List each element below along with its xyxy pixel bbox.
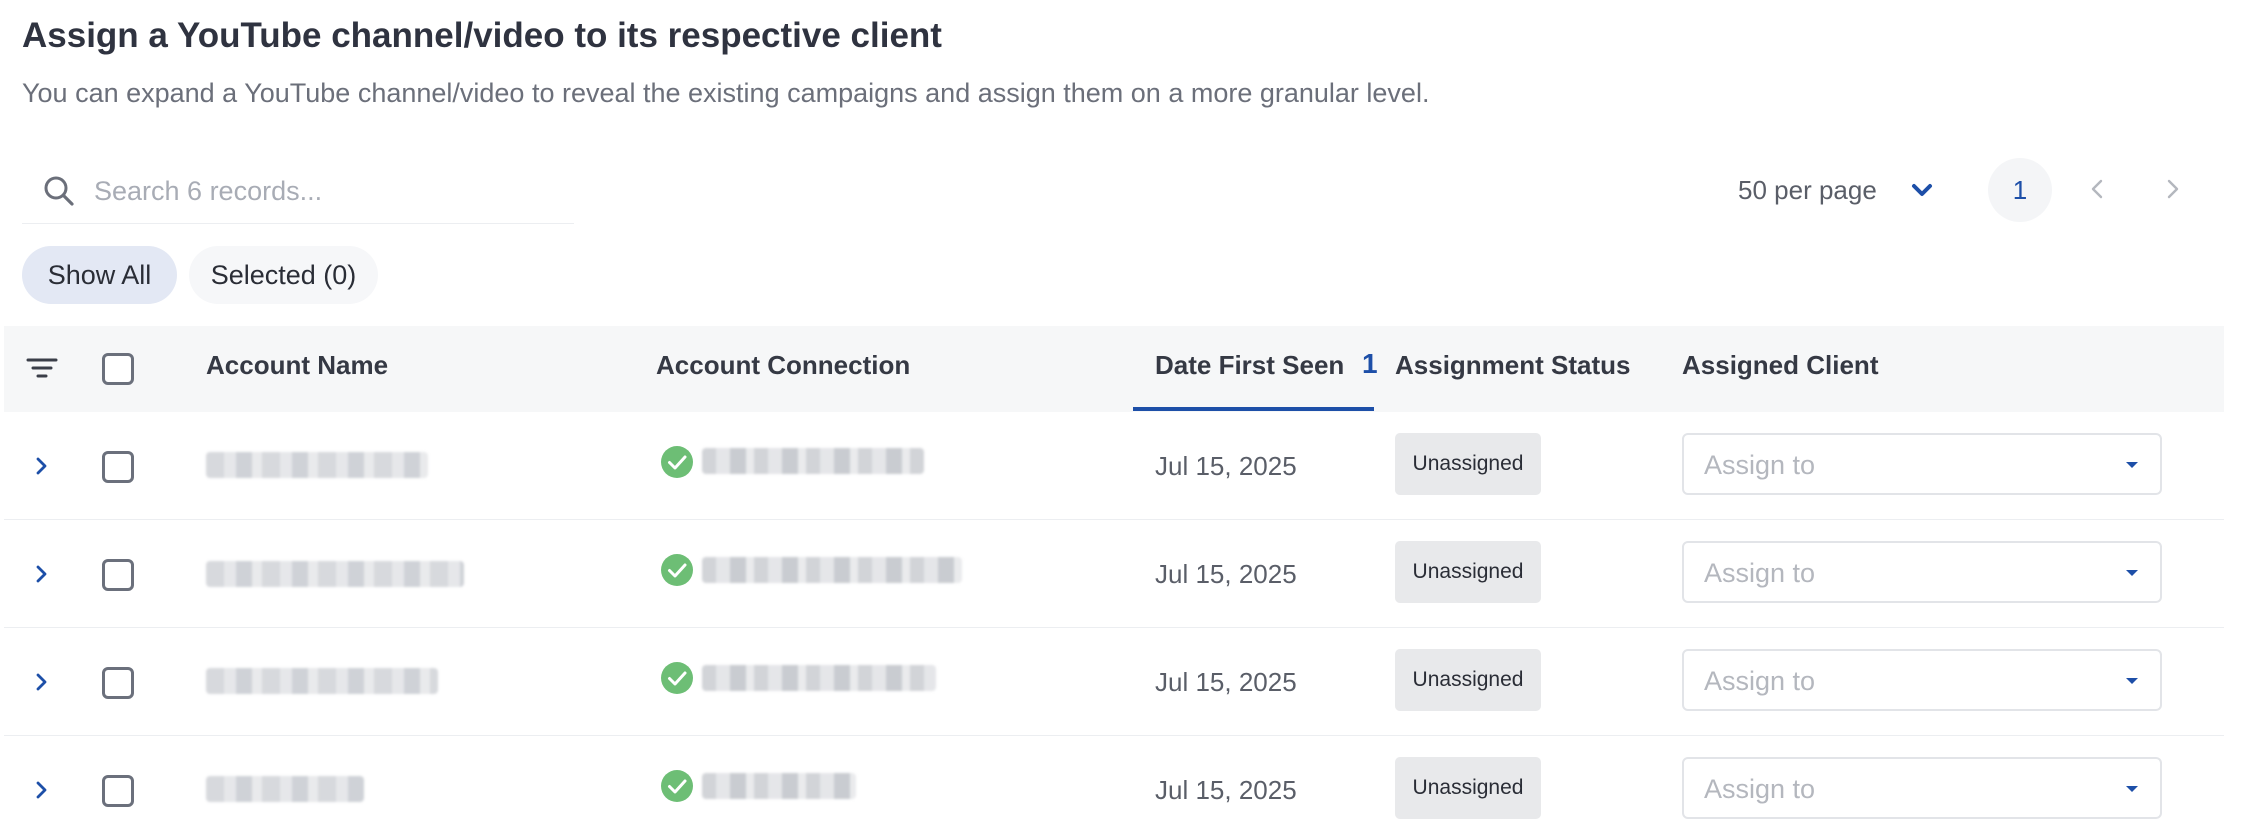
account-connection-redacted <box>702 557 962 583</box>
show-all-button[interactable]: Show All <box>22 246 177 304</box>
page-title: Assign a YouTube channel/video to its re… <box>22 16 942 55</box>
date-first-seen: Jul 15, 2025 <box>1155 451 1297 481</box>
assign-client-dropdown[interactable]: Assign to <box>1682 757 2162 819</box>
search-input[interactable] <box>94 176 554 207</box>
status-badge: Unassigned <box>1395 649 1541 711</box>
search-bar <box>22 160 574 224</box>
assign-client-dropdown[interactable]: Assign to <box>1682 541 2162 603</box>
expand-chevron-icon[interactable] <box>24 664 60 700</box>
per-page-label: 50 per page <box>1738 174 1877 205</box>
column-header-account-connection[interactable]: Account Connection <box>656 350 910 381</box>
column-header-assigned-client[interactable]: Assigned Client <box>1682 350 1878 381</box>
chevron-left-icon[interactable] <box>2082 172 2112 206</box>
row-checkbox[interactable] <box>102 775 134 807</box>
check-circle-icon <box>661 662 693 694</box>
filter-icon[interactable] <box>24 352 60 384</box>
account-name-redacted <box>206 776 364 802</box>
assign-placeholder: Assign to <box>1704 450 1816 480</box>
check-circle-icon <box>661 770 693 802</box>
check-circle-icon <box>661 446 693 478</box>
check-circle-icon <box>661 554 693 586</box>
status-badge: Unassigned <box>1395 433 1541 495</box>
row-checkbox[interactable] <box>102 451 134 483</box>
page-subtitle: You can expand a YouTube channel/video t… <box>22 78 1430 108</box>
assign-placeholder: Assign to <box>1704 774 1816 804</box>
row-checkbox[interactable] <box>102 667 134 699</box>
account-connection-redacted <box>702 448 924 474</box>
row-checkbox[interactable] <box>102 559 134 591</box>
expand-chevron-icon[interactable] <box>24 556 60 592</box>
date-first-seen: Jul 15, 2025 <box>1155 775 1297 805</box>
caret-down-icon <box>2126 462 2138 468</box>
chevron-right-icon[interactable] <box>2158 172 2188 206</box>
account-name-redacted <box>206 668 438 694</box>
account-connection-redacted <box>702 773 856 799</box>
column-header-account-name[interactable]: Account Name <box>206 350 388 381</box>
caret-down-icon <box>2126 678 2138 684</box>
chevron-down-icon[interactable] <box>1908 176 1936 204</box>
assign-client-dropdown[interactable]: Assign to <box>1682 433 2162 495</box>
account-name-redacted <box>206 452 428 478</box>
select-all-checkbox[interactable] <box>102 353 134 385</box>
selected-filter-button[interactable]: Selected (0) <box>189 246 378 304</box>
caret-down-icon <box>2126 570 2138 576</box>
expand-chevron-icon[interactable] <box>24 448 60 484</box>
date-first-seen: Jul 15, 2025 <box>1155 559 1297 589</box>
column-header-date-first-seen[interactable]: Date First Seen <box>1155 350 1344 381</box>
status-badge: Unassigned <box>1395 541 1541 603</box>
date-first-seen: Jul 15, 2025 <box>1155 667 1297 697</box>
assign-placeholder: Assign to <box>1704 666 1816 696</box>
assign-client-dropdown[interactable]: Assign to <box>1682 649 2162 711</box>
per-page-select[interactable]: 50 per page <box>1738 170 1877 210</box>
assign-placeholder: Assign to <box>1704 558 1816 588</box>
caret-down-icon <box>2126 786 2138 792</box>
sort-active-underline <box>1133 407 1374 411</box>
account-name-redacted <box>206 561 464 587</box>
search-icon <box>44 176 74 206</box>
expand-chevron-icon[interactable] <box>24 772 60 808</box>
account-connection-redacted <box>702 665 936 691</box>
page-number-current[interactable]: 1 <box>1988 158 2052 222</box>
status-badge: Unassigned <box>1395 757 1541 819</box>
sort-priority-indicator: 1 <box>1362 348 1378 379</box>
column-header-assignment-status[interactable]: Assignment Status <box>1395 350 1631 381</box>
